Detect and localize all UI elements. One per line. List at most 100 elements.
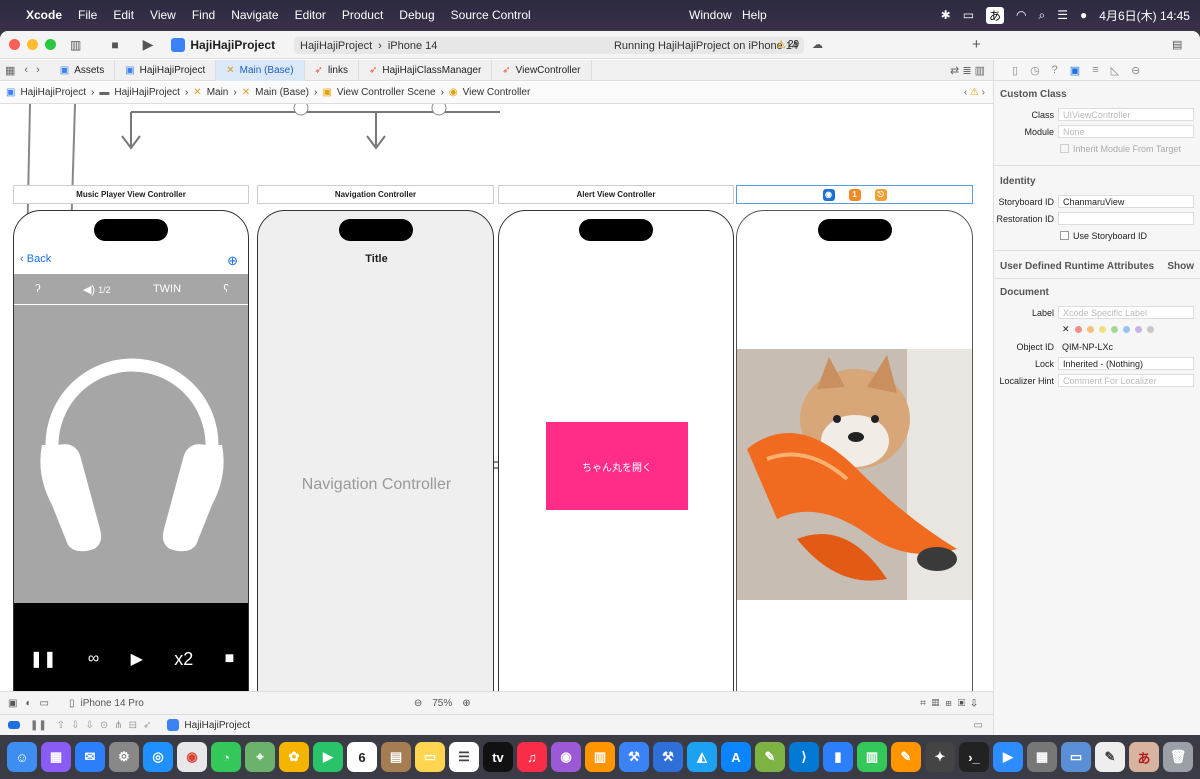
- module-field[interactable]: None: [1058, 125, 1194, 138]
- close-button[interactable]: [9, 39, 20, 50]
- volume-half-button[interactable]: ◀) 1/2: [83, 283, 111, 296]
- color-swatch-purple[interactable]: [1134, 326, 1142, 333]
- trash-icon[interactable]: 🗑: [1163, 742, 1193, 772]
- messages-icon[interactable]: ◔: [211, 742, 241, 772]
- document-outline-icon[interactable]: ▣: [8, 698, 17, 709]
- menu-view[interactable]: View: [150, 8, 176, 22]
- back-button[interactable]: ‹ Back: [20, 253, 51, 265]
- photos-icon[interactable]: ✿: [279, 742, 309, 772]
- notes-brown-icon[interactable]: ▤: [381, 742, 411, 772]
- history-icon[interactable]: ◷: [1030, 64, 1040, 77]
- menu-editor[interactable]: Editor: [295, 8, 326, 22]
- first-responder-icon[interactable]: 1: [848, 188, 861, 201]
- menu-navigate[interactable]: Navigate: [231, 8, 278, 22]
- forward-icon[interactable]: ›: [32, 64, 50, 76]
- warning-count[interactable]: 29: [788, 39, 799, 50]
- stop-icon[interactable]: ■: [111, 38, 118, 52]
- scene-title-alert[interactable]: Alert View Controller: [498, 185, 734, 204]
- terminal-icon[interactable]: ›_: [959, 742, 989, 772]
- preview-icon[interactable]: ▭: [1061, 742, 1091, 772]
- menu-edit[interactable]: Edit: [113, 8, 134, 22]
- pages-icon[interactable]: ✎: [891, 742, 921, 772]
- music-icon[interactable]: ♫: [517, 742, 547, 772]
- storyboard-canvas[interactable]: Music Player View Controller Navigation …: [0, 104, 993, 691]
- zoom-button[interactable]: [45, 39, 56, 50]
- books-icon[interactable]: ▥: [585, 742, 615, 772]
- scheme-name[interactable]: HajiHajiProject: [300, 40, 372, 52]
- menu-help[interactable]: Help: [742, 8, 767, 22]
- developer-app-icon[interactable]: ✦: [925, 742, 955, 772]
- scheme-status-bar[interactable]: HajiHajiProject › iPhone 14 Running Haji…: [294, 37, 804, 54]
- simulator-icon[interactable]: ◭: [687, 742, 717, 772]
- breadcrumb-item[interactable]: Main: [207, 87, 229, 98]
- speed-button[interactable]: x2: [174, 649, 193, 670]
- music-player-scene[interactable]: ‹ Back ⊕ ʔ ◀) 1/2 TWIN ʕ ❚❚ ∞ ▶ x2 ■: [13, 210, 249, 691]
- xcode-icon[interactable]: ⚒: [619, 742, 649, 772]
- wifi-icon[interactable]: ◠: [1016, 8, 1026, 22]
- safari-icon[interactable]: ◎: [143, 742, 173, 772]
- show-udra-button[interactable]: Show: [1167, 261, 1194, 272]
- console-toggle-icon[interactable]: [8, 721, 20, 729]
- numbers-icon[interactable]: ▥: [857, 742, 887, 772]
- breadcrumb-item[interactable]: HajiHajiProject: [20, 87, 86, 98]
- ear-right-icon[interactable]: ʕ: [223, 283, 229, 295]
- alert-scene[interactable]: ちゃん丸を開く: [498, 210, 734, 691]
- twin-button[interactable]: TWIN: [153, 283, 181, 295]
- script-editor-icon[interactable]: ✎: [755, 742, 785, 772]
- orientation-icon[interactable]: ▭: [40, 698, 49, 709]
- maps-icon[interactable]: ⌖: [245, 742, 275, 772]
- lock-select[interactable]: Inherited - (Nothing): [1058, 357, 1194, 370]
- file-inspector-icon[interactable]: ▯: [1012, 64, 1018, 77]
- device-selector[interactable]: iPhone 14 Pro: [80, 698, 143, 709]
- doc-label-field[interactable]: Xcode Specific Label: [1058, 306, 1194, 319]
- run-icon[interactable]: ▶: [143, 36, 154, 53]
- warning-icon[interactable]: ⚠: [776, 38, 786, 51]
- play-icon[interactable]: ▶: [131, 649, 143, 669]
- clock[interactable]: 4月6日(木) 14:45: [1099, 7, 1190, 24]
- launchpad-icon[interactable]: ▦: [41, 742, 71, 772]
- ime-indicator[interactable]: あ: [986, 6, 1005, 24]
- pause-icon[interactable]: ❚❚: [30, 649, 57, 669]
- control-center-icon[interactable]: ☰: [1057, 8, 1068, 22]
- menu-find[interactable]: Find: [192, 8, 215, 22]
- issue-navigator-icon[interactable]: ‹ ⚠ ›: [964, 87, 985, 98]
- app-store-icon[interactable]: A: [721, 742, 751, 772]
- inherit-checkbox[interactable]: [1060, 144, 1069, 153]
- cloud-icon[interactable]: ☁: [812, 38, 823, 51]
- color-swatch-green[interactable]: [1110, 326, 1118, 333]
- step-icons[interactable]: ⇧⇩⇩⊙⋔⊟➶: [57, 720, 158, 731]
- layout-tools-icon[interactable]: ⌗▦⊞▣⇩: [920, 698, 983, 709]
- editor-options-icon[interactable]: ⇄ ≣ ▥: [942, 64, 993, 77]
- color-swatch-red[interactable]: [1074, 326, 1082, 333]
- sidebar-toggle-icon[interactable]: ▥: [70, 38, 81, 52]
- finder-icon[interactable]: ☺: [7, 742, 37, 772]
- notes-icon[interactable]: ▭: [415, 742, 445, 772]
- mail-icon[interactable]: ✉: [75, 742, 105, 772]
- exit-icon[interactable]: ⎋: [874, 188, 887, 201]
- podcasts-icon[interactable]: ◉: [551, 742, 581, 772]
- siri-icon[interactable]: ●: [1080, 8, 1087, 22]
- keynote-icon[interactable]: ▮: [823, 742, 853, 772]
- menu-product[interactable]: Product: [342, 8, 383, 22]
- scene-title-navigation[interactable]: Navigation Controller: [257, 185, 494, 204]
- inspector-toggle-icon[interactable]: ▤: [1172, 38, 1182, 51]
- help-icon[interactable]: ?: [1052, 64, 1058, 76]
- attributes-inspector-icon[interactable]: ≡: [1092, 64, 1098, 76]
- open-chanmaru-button[interactable]: ちゃん丸を開く: [546, 422, 688, 510]
- size-inspector-icon[interactable]: ◺: [1111, 64, 1119, 77]
- restoration-id-field[interactable]: [1058, 212, 1194, 225]
- system-settings-icon[interactable]: ⚙: [109, 742, 139, 772]
- calendar-icon[interactable]: 6: [347, 742, 377, 772]
- navigation-scene[interactable]: Title Navigation Controller: [257, 210, 494, 691]
- stop-icon[interactable]: ■: [225, 650, 235, 668]
- breadcrumb-item[interactable]: HajiHajiProject: [114, 87, 180, 98]
- color-swatch-yellow[interactable]: [1098, 326, 1106, 333]
- loop-button[interactable]: ∞: [88, 650, 99, 668]
- zoom-icon[interactable]: ▶: [993, 742, 1023, 772]
- vscode-icon[interactable]: ⟩: [789, 742, 819, 772]
- color-swatch-blue[interactable]: [1122, 326, 1130, 333]
- scene-title-chanmaru[interactable]: ◉ 1 ⎋: [736, 185, 973, 204]
- device-name[interactable]: iPhone 14: [388, 40, 438, 52]
- tab-viewcontroller[interactable]: ➶ ViewController: [492, 59, 592, 81]
- battery-icon[interactable]: ▭: [963, 8, 974, 22]
